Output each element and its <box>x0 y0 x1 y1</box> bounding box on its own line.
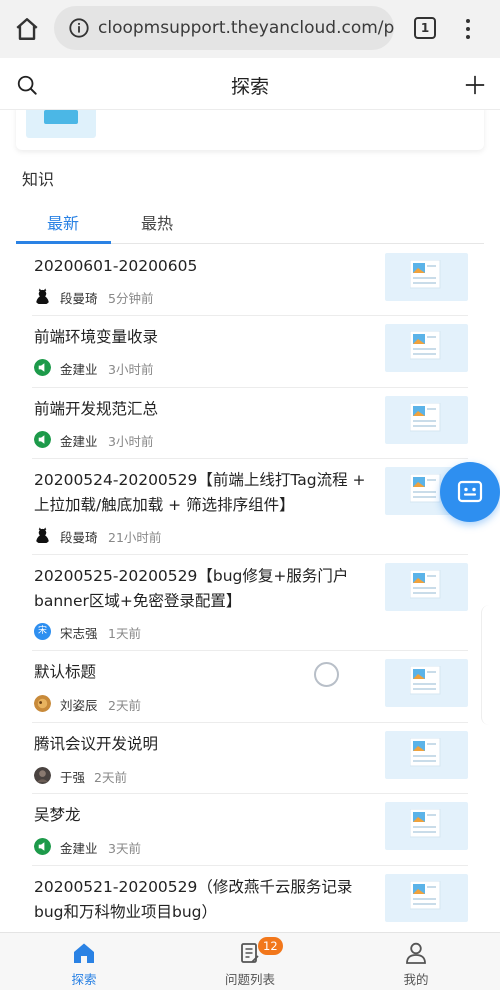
article-title: 20200524-20200529【前端上线打Tag流程 + 上拉加载/触底加载… <box>34 471 366 514</box>
avatar <box>34 695 51 712</box>
list-item[interactable]: 默认标题 刘姿辰 2天前 <box>32 651 468 723</box>
list-item[interactable]: 腾讯会议开发说明 于强 2天前 <box>32 723 468 794</box>
page-title: 探索 <box>230 76 269 98</box>
home-icon <box>74 943 94 963</box>
article-time: 3小时前 <box>108 362 154 377</box>
app-header: 探索 <box>0 58 500 110</box>
article-title: 吴梦龙 <box>34 806 81 824</box>
nav-label: 我的 <box>403 972 429 987</box>
tab-switcher-button[interactable]: 1 <box>414 17 436 39</box>
nav-label: 探索 <box>71 972 97 987</box>
tab-hottest[interactable]: 最热 <box>141 210 173 234</box>
avatar <box>34 838 51 855</box>
tab-latest[interactable]: 最新 <box>47 210 79 234</box>
article-author: 于强 <box>60 770 86 785</box>
avatar <box>34 359 51 376</box>
article-thumbnail <box>385 874 468 922</box>
article-thumbnail <box>385 253 468 301</box>
user-icon <box>406 942 426 964</box>
nav-explore[interactable]: 探索 <box>14 933 154 991</box>
article-author: 宋志强 <box>60 626 98 641</box>
article-time: 2天前 <box>108 698 141 713</box>
article-thumbnail <box>385 563 468 611</box>
article-author: 段曼琦 <box>60 530 98 545</box>
article-time: 5分钟前 <box>108 291 154 306</box>
bottom-nav: 探索 12 问题列表 我的 <box>0 932 500 990</box>
overflow-menu-icon[interactable] <box>463 17 473 41</box>
add-icon[interactable] <box>464 74 486 96</box>
article-thumbnail <box>385 324 468 372</box>
article-author: 金建业 <box>60 434 98 449</box>
avatar: 宋 <box>34 623 51 640</box>
avatar <box>34 288 51 305</box>
article-thumbnail <box>385 659 468 707</box>
nav-issue-list[interactable]: 12 问题列表 <box>180 933 320 991</box>
assistant-button[interactable] <box>440 462 500 522</box>
nav-mine[interactable]: 我的 <box>346 933 486 991</box>
browser-toolbar: cloopmsupport.theyancloud.com/por 1 <box>0 0 500 58</box>
article-author: 金建业 <box>60 362 98 377</box>
list-item[interactable]: 20200524-20200529【前端上线打Tag流程 + 上拉加载/触底加载… <box>32 459 468 555</box>
article-time: 1天前 <box>108 626 141 641</box>
avatar <box>34 431 51 448</box>
home-icon[interactable] <box>14 16 40 42</box>
article-time: 3天前 <box>108 841 141 856</box>
article-thumbnail <box>385 802 468 850</box>
loading-spinner <box>314 662 339 687</box>
nav-label: 问题列表 <box>224 972 275 987</box>
list-item[interactable]: 20200521-20200529（修改燕千云服务记录bug和万科物业项目bug… <box>32 866 468 932</box>
article-time: 2天前 <box>94 770 127 785</box>
robot-icon <box>457 480 483 503</box>
section-title: 知识 <box>22 170 55 189</box>
article-thumbnail <box>385 396 468 444</box>
article-title: 20200521-20200529（修改燕千云服务记录bug和万科物业项目bug… <box>34 878 353 921</box>
article-title: 20200601-20200605 <box>34 257 198 275</box>
article-author: 刘姿辰 <box>60 698 98 713</box>
list-item[interactable]: 20200525-20200529【bug修复+服务门户banner区域+免密登… <box>32 555 468 651</box>
article-author: 金建业 <box>60 841 98 856</box>
url-text: cloopmsupport.theyancloud.com/por <box>98 18 394 38</box>
article-thumbnail <box>385 731 468 779</box>
avatar <box>34 767 51 784</box>
tab-bar: 最新 最热 <box>16 200 484 244</box>
article-title: 腾讯会议开发说明 <box>34 735 159 753</box>
info-icon[interactable] <box>68 17 90 39</box>
list-item[interactable]: 吴梦龙 金建业 3天前 <box>32 794 468 866</box>
address-bar[interactable]: cloopmsupport.theyancloud.com/por <box>54 6 394 50</box>
article-title: 前端环境变量收录 <box>34 328 159 346</box>
issue-count-badge: 12 <box>258 937 283 955</box>
list-item[interactable]: 前端开发规范汇总 金建业 3小时前 <box>32 388 468 459</box>
article-title: 20200525-20200529【bug修复+服务门户banner区域+免密登… <box>34 567 349 610</box>
avatar <box>34 527 51 544</box>
list-item[interactable]: 前端环境变量收录 金建业 3小时前 <box>32 316 468 388</box>
tab-indicator <box>16 241 111 244</box>
article-title: 前端开发规范汇总 <box>34 400 159 418</box>
article-time: 21小时前 <box>108 530 162 545</box>
list-item[interactable]: 20200601-20200605 段曼琦 5分钟前 <box>32 245 468 316</box>
article-author: 段曼琦 <box>60 291 98 306</box>
article-time: 3小时前 <box>108 434 154 449</box>
scrollbar[interactable] <box>481 605 500 725</box>
